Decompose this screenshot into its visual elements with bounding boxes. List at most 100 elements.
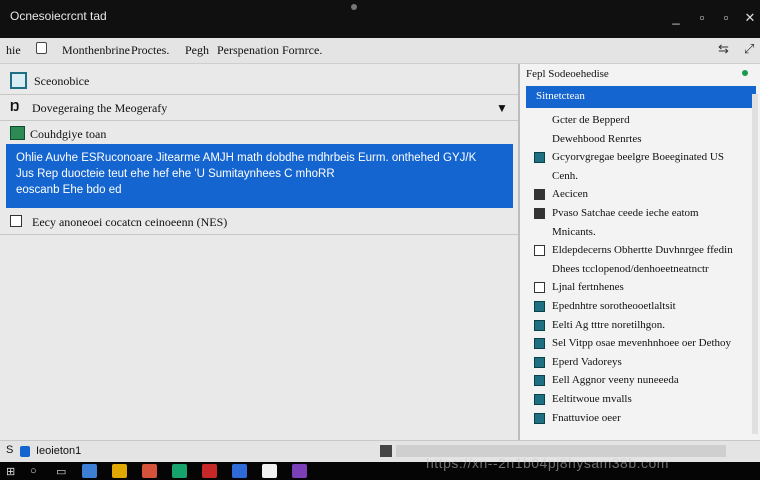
- item-icon: [534, 301, 545, 312]
- menu-checkbox[interactable]: [36, 42, 47, 54]
- maximize-button[interactable]: ▫: [716, 10, 736, 26]
- menu-item-pegh[interactable]: Pegh: [185, 43, 209, 58]
- side-panel-item-label: Pvaso Satchae ceede ieche eatom: [552, 207, 699, 219]
- side-panel-item-label: Ljnal fertnhenes: [552, 281, 624, 294]
- swap-icon[interactable]: ⇆: [718, 41, 729, 57]
- side-panel-item-label: Gcter de Bepperd: [552, 114, 630, 126]
- item-icon: [534, 338, 545, 350]
- window-title: Ocnesoiecrcnt tad: [10, 9, 107, 23]
- side-panel-item[interactable]: Epednhtre sorotheooetlaltsit: [520, 298, 756, 316]
- filter-row[interactable]: Ŋ Dovegeraing the Meogerafy ▼: [0, 96, 518, 120]
- side-panel-item[interactable]: Gcyorvgregae beelgre Boeeginated US: [520, 149, 756, 167]
- side-panel: Fepl Sodeoehedise Sitnetctean Gcter de B…: [518, 64, 760, 440]
- taskbar-app-icon[interactable]: [82, 464, 97, 478]
- menu-item-perspenation[interactable]: Perspenation: [217, 43, 279, 58]
- side-panel-item[interactable]: Eperd Vadoreys: [520, 354, 756, 372]
- item-icon: [534, 152, 545, 164]
- filter-label: Dovegeraing the Meogerafy: [32, 101, 168, 115]
- taskbar-app-icon[interactable]: [142, 464, 157, 478]
- pin-icon[interactable]: ⤢: [744, 41, 754, 57]
- funnel-icon[interactable]: ▼: [496, 101, 508, 115]
- tree-item-label: Couhdgiye toan: [30, 127, 107, 141]
- side-panel-item[interactable]: Cenh.: [520, 168, 756, 186]
- item-icon: [534, 375, 545, 387]
- side-panel-item[interactable]: Aecicen: [520, 186, 756, 204]
- selected-line: Jus Rep duocteie teut ehe hef ehe 'U Sum…: [16, 168, 335, 180]
- status-tool-icon[interactable]: [380, 445, 392, 457]
- side-panel-item-label: Dhees tcclopenod/denhoeetneatnctr: [552, 262, 709, 275]
- item-icon: [534, 356, 545, 368]
- side-panel-item-label: Eldepdecerns Obhertte Duvhnrgee ffedin: [552, 244, 733, 257]
- side-panel-item[interactable]: Dhees tcclopenod/denhoeetneatnctr: [520, 261, 756, 279]
- side-panel-item-label: Cenh.: [552, 169, 578, 182]
- side-panel-item[interactable]: Dewehbood Renrtes: [520, 131, 756, 149]
- side-panel-item-label: Aecicen: [552, 188, 589, 201]
- taskbar-app-icon[interactable]: [262, 464, 277, 478]
- side-panel-item-label: Fnattuvioe oeer: [552, 411, 621, 424]
- shield-icon: [20, 446, 30, 457]
- menu-bar: hie Monthenbrine Proctes. Pegh Perspenat…: [0, 38, 760, 64]
- side-panel-item-label: Sel Vitpp osae mevenhnhoee oer Dethoy: [552, 337, 732, 350]
- menu-item-monthenbrine[interactable]: Monthenbrine: [62, 43, 130, 58]
- side-panel-title: Fepl Sodeoehedise: [526, 68, 609, 80]
- close-button[interactable]: ✕: [740, 10, 760, 26]
- list-item[interactable]: Eecy anoneoei cocatcn ceinoeenn (NES): [0, 212, 518, 232]
- selected-line: eoscanb Ehe bdo ed: [16, 184, 122, 196]
- item-icon: [534, 189, 545, 201]
- task-view-icon[interactable]: ▭: [56, 465, 66, 478]
- side-panel-selected[interactable]: Sitnetctean: [526, 86, 756, 108]
- side-panel-item-label: Epednhtre sorotheooetlaltsit: [552, 300, 676, 312]
- scrollbar[interactable]: [752, 94, 758, 434]
- side-panel-item[interactable]: Pvaso Satchae ceede ieche eatom: [520, 205, 756, 223]
- item-checkbox[interactable]: [10, 215, 22, 227]
- side-panel-item[interactable]: Eeltitwoue mvalls: [520, 391, 756, 409]
- status-dot-icon: [742, 70, 748, 76]
- start-icon[interactable]: ⊞: [6, 465, 15, 478]
- minimize-button[interactable]: _: [666, 10, 686, 26]
- selected-list-item[interactable]: Ohlie Auvhe ESRuconoare Jitearme AMJH ma…: [6, 144, 513, 208]
- item-icon: [534, 208, 545, 219]
- side-panel-item-label: Eperd Vadoreys: [552, 355, 622, 368]
- section-title: Sceonobice: [34, 74, 90, 88]
- side-panel-item[interactable]: Fnattuvioe oeer: [520, 410, 756, 428]
- side-panel-item[interactable]: Ljnal fertnhenes: [520, 279, 756, 297]
- side-panel-item[interactable]: Sel Vitpp osae mevenhnhoee oer Dethoy: [520, 335, 756, 353]
- watermark-url: https://xn--2n1b04pj8hysam38b.com: [426, 455, 669, 471]
- side-panel-item-label: Eeltitwoue mvalls: [552, 393, 632, 405]
- side-panel-item-label: Mnicants.: [552, 225, 596, 238]
- filter-icon: Ŋ: [10, 99, 20, 114]
- search-icon[interactable]: ○: [30, 465, 37, 477]
- item-icon: [534, 412, 545, 424]
- tree-item[interactable]: Couhdgiye toan: [0, 124, 518, 144]
- taskbar-app-icon[interactable]: [292, 464, 307, 478]
- side-panel-item[interactable]: Eelti Ag tttre noretilhgon.: [520, 317, 756, 335]
- side-panel-item-label: Eell Aggnor veeny nuneeeda: [552, 374, 679, 387]
- side-panel-item[interactable]: Gcter de Bepperd: [520, 112, 756, 130]
- taskbar-app-icon[interactable]: [202, 464, 217, 478]
- side-panel-item[interactable]: Eell Aggnor veeny nuneeeda: [520, 372, 756, 390]
- section-header: Sceonobice: [0, 70, 518, 92]
- side-panel-item-label: Gcyorvgregae beelgre Boeeginated US: [552, 151, 724, 164]
- title-bar: Ocnesoiecrcnt tad _ ▫ ▫ ✕: [0, 0, 760, 38]
- restore-button[interactable]: ▫: [692, 10, 712, 26]
- item-icon: [534, 319, 545, 331]
- side-panel-item-label: Dewehbood Renrtes: [552, 132, 642, 145]
- camera-indicator: [351, 4, 357, 10]
- item-icon: [534, 245, 545, 257]
- side-panel-item-label: Eelti Ag tttre noretilhgon.: [552, 318, 666, 331]
- side-panel-item[interactable]: Eldepdecerns Obhertte Duvhnrgee ffedin: [520, 242, 756, 260]
- menu-item-hie[interactable]: hie: [6, 43, 21, 58]
- item-icon: [534, 394, 545, 405]
- section-icon: [10, 72, 27, 89]
- status-text: Ieoieton1: [36, 445, 82, 457]
- list-item-label: Eecy anoneoei cocatcn ceinoeenn (NES): [32, 215, 228, 229]
- menu-item-fornrce[interactable]: Fornrce.: [282, 43, 322, 58]
- side-panel-item[interactable]: Mnicants.: [520, 224, 756, 242]
- taskbar-app-icon[interactable]: [112, 464, 127, 478]
- item-icon: [534, 282, 545, 294]
- taskbar-app-icon[interactable]: [232, 464, 247, 478]
- taskbar-app-icon[interactable]: [172, 464, 187, 478]
- spreadsheet-icon: [10, 126, 25, 140]
- status-s-icon: S: [6, 444, 14, 456]
- menu-item-proctes[interactable]: Proctes.: [131, 43, 169, 58]
